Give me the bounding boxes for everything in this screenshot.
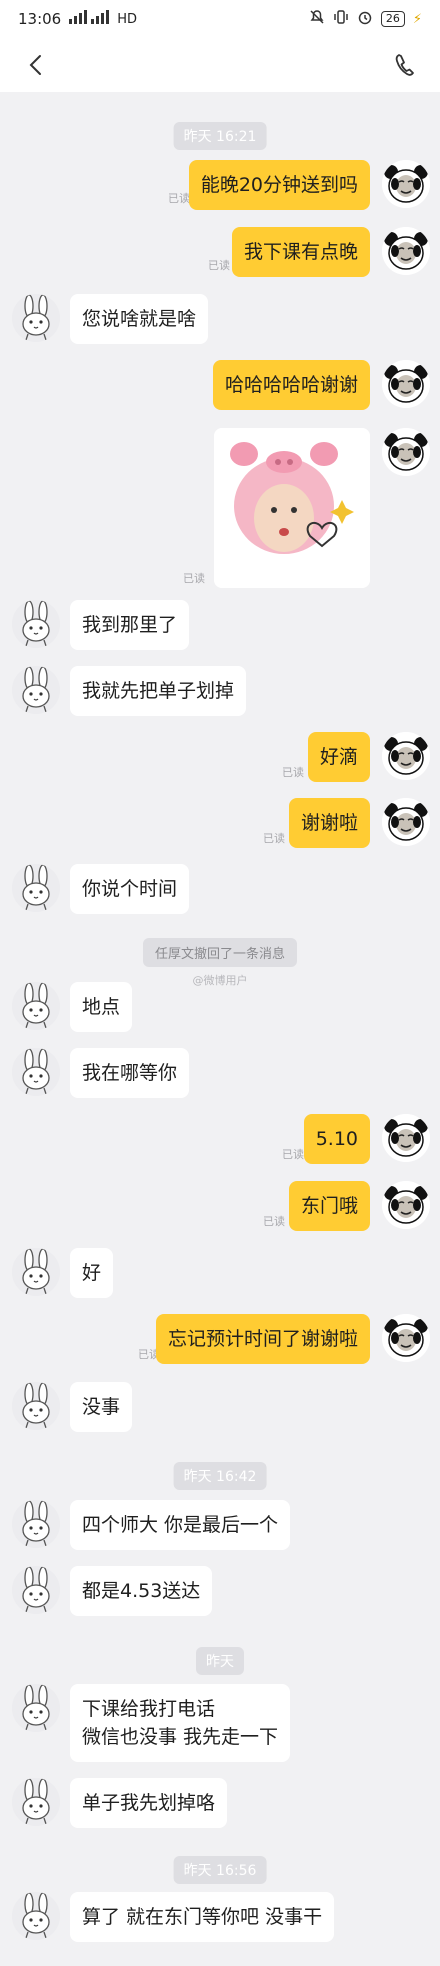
rabbit-icon <box>12 1500 60 1548</box>
chat-header <box>0 38 440 92</box>
message-bubble[interactable]: 都是4.53送达 <box>70 1566 213 1616</box>
panda-avatar[interactable] <box>382 160 430 208</box>
message-bubble[interactable]: 东门哦 <box>288 1181 370 1231</box>
rabbit-avatar[interactable] <box>12 1382 60 1430</box>
panda-avatar[interactable] <box>382 360 430 408</box>
panda-avatar[interactable] <box>382 732 430 780</box>
message-bubble[interactable]: 我到那里了 <box>70 600 190 650</box>
message-bubble[interactable]: 算了 就在东门等你吧 没事干 <box>70 1892 335 1942</box>
mute-icon <box>309 9 325 29</box>
message-bubble[interactable]: 能晚20分钟送到吗 <box>188 160 370 210</box>
panda-meme-icon <box>382 360 430 408</box>
message-line: 微信也没事 我先走一下 <box>82 1726 279 1748</box>
message-bubble[interactable]: 好滴 <box>307 732 370 782</box>
panda-avatar[interactable] <box>382 1181 430 1229</box>
read-receipt: 已读 <box>168 192 190 205</box>
message-line: 下课给我打电话 <box>82 1698 216 1720</box>
rabbit-avatar[interactable] <box>12 1500 60 1548</box>
alarm-icon <box>357 9 373 29</box>
message-bubble[interactable]: 我下课有点晚 <box>231 227 370 277</box>
rabbit-icon <box>12 1048 60 1096</box>
read-receipt: 已读 <box>263 832 285 845</box>
message-bubble[interactable]: 我就先把单子划掉 <box>70 666 247 716</box>
rabbit-avatar[interactable] <box>12 1048 60 1096</box>
rabbit-icon <box>12 666 60 714</box>
rabbit-avatar[interactable] <box>12 600 60 648</box>
signal-icon <box>69 10 110 28</box>
rabbit-icon <box>12 1892 60 1940</box>
panda-avatar[interactable] <box>382 227 430 275</box>
rabbit-icon <box>12 1684 60 1732</box>
panda-meme-icon <box>382 798 430 846</box>
vibrate-icon <box>333 9 349 29</box>
timestamp: 昨天 16:56 <box>173 1856 267 1884</box>
message-bubble[interactable]: 我在哪等你 <box>70 1048 190 1098</box>
panda-avatar[interactable] <box>382 428 430 476</box>
charging-icon: ⚡ <box>412 11 422 27</box>
rabbit-avatar[interactable] <box>12 982 60 1030</box>
message-bubble[interactable]: 5.10 <box>303 1114 370 1164</box>
back-button[interactable] <box>18 47 54 83</box>
battery-icon: 26 <box>380 11 405 27</box>
message-bubble[interactable]: 没事 <box>70 1382 133 1432</box>
watermark: @微博用户 <box>192 974 248 987</box>
rabbit-icon <box>12 1778 60 1826</box>
message-bubble[interactable]: 您说啥就是啥 <box>70 294 209 344</box>
panda-avatar[interactable] <box>382 1314 430 1362</box>
rabbit-avatar[interactable] <box>12 864 60 912</box>
chevron-left-icon <box>29 55 41 75</box>
message-bubble[interactable]: 单子我先划掉咯 <box>70 1778 228 1828</box>
read-receipt: 已读 <box>183 572 205 585</box>
rabbit-icon <box>12 294 60 342</box>
panda-avatar[interactable] <box>382 798 430 846</box>
message-bubble[interactable]: 忘记预计时间了谢谢啦 <box>155 1314 370 1364</box>
rabbit-icon <box>12 600 60 648</box>
panda-meme-icon <box>382 1114 430 1162</box>
message-bubble[interactable]: 好 <box>70 1248 114 1298</box>
message-list[interactable]: 昨天 16:21 已读 能晚20分钟送到吗 已读 我下课有点晚 您说啥就是啥 已… <box>0 92 440 1966</box>
pig-hat-sticker[interactable] <box>214 428 370 588</box>
timestamp: 昨天 16:21 <box>173 122 267 150</box>
rabbit-icon <box>12 982 60 1030</box>
message-bubble[interactable]: 谢谢啦 <box>288 798 370 848</box>
read-receipt: 已读 <box>208 259 230 272</box>
rabbit-avatar[interactable] <box>12 666 60 714</box>
rabbit-avatar[interactable] <box>12 294 60 342</box>
rabbit-avatar[interactable] <box>12 1684 60 1732</box>
panda-meme-icon <box>382 1181 430 1229</box>
rabbit-icon <box>12 1248 60 1296</box>
rabbit-avatar[interactable] <box>12 1248 60 1296</box>
phone-icon <box>395 54 414 76</box>
panda-avatar[interactable] <box>382 1114 430 1162</box>
call-button[interactable] <box>386 47 422 83</box>
status-bar: 13:06 HD 26 ⚡ <box>0 0 440 38</box>
panda-meme-icon <box>382 428 430 476</box>
status-time: 13:06 <box>18 10 62 28</box>
rabbit-avatar[interactable] <box>12 1892 60 1940</box>
read-receipt: 已读 <box>263 1215 285 1228</box>
network-label: HD <box>117 11 138 27</box>
message-bubble[interactable]: 哈哈哈哈哈谢谢 <box>212 360 370 410</box>
panda-meme-icon <box>382 160 430 208</box>
rabbit-icon <box>12 864 60 912</box>
recall-notice: 任厚文撤回了一条消息 <box>142 938 298 967</box>
panda-meme-icon <box>382 732 430 780</box>
message-bubble[interactable]: 下课给我打电话 微信也没事 我先走一下 <box>70 1684 291 1762</box>
rabbit-avatar[interactable] <box>12 1778 60 1826</box>
panda-meme-icon <box>382 227 430 275</box>
message-bubble[interactable]: 你说个时间 <box>70 864 190 914</box>
timestamp: 昨天 <box>196 1647 244 1675</box>
rabbit-icon <box>12 1382 60 1430</box>
rabbit-icon <box>12 1566 60 1614</box>
message-bubble[interactable]: 四个师大 你是最后一个 <box>70 1500 291 1550</box>
rabbit-avatar[interactable] <box>12 1566 60 1614</box>
panda-meme-icon <box>382 1314 430 1362</box>
read-receipt: 已读 <box>282 1148 304 1161</box>
timestamp: 昨天 16:42 <box>173 1462 267 1490</box>
message-bubble[interactable]: 地点 <box>70 982 133 1032</box>
read-receipt: 已读 <box>282 766 304 779</box>
